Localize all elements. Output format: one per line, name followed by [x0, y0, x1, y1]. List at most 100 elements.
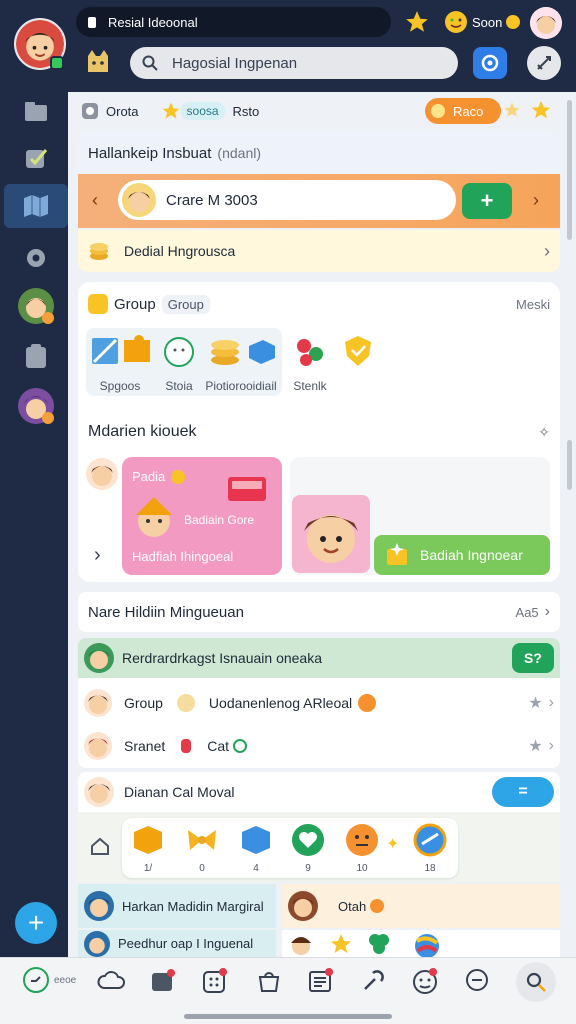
star-outline-icon[interactable]: ★ [528, 736, 542, 756]
nav-item-news[interactable] [306, 966, 336, 996]
group-item[interactable]: Stenlk [288, 334, 332, 394]
rail-item-clipboard[interactable] [20, 340, 52, 372]
key-icon [171, 469, 186, 484]
user-face-icon [530, 7, 562, 39]
shield-icon [345, 336, 371, 366]
contact-action-button[interactable]: + [462, 183, 512, 219]
featured-card1-caption: Hadfiah Ihingoeal [132, 549, 234, 564]
news-icon [309, 968, 333, 992]
featured-card1-top: Padia [132, 469, 166, 484]
rail-item-map[interactable] [4, 184, 68, 228]
ball-icon [415, 933, 439, 957]
group-header: Group Group Meski [88, 292, 550, 316]
tray-count: 1/ [143, 863, 153, 874]
pin-icon[interactable]: ✧ [538, 424, 550, 441]
chat-icon [466, 969, 488, 991]
tray-item[interactable]: 10 [342, 822, 382, 878]
tray-item[interactable]: 0 [182, 822, 222, 878]
contact-face-icon [88, 898, 110, 917]
contact-pill[interactable]: Crare M 3003 [118, 180, 456, 220]
star-icon[interactable] [530, 99, 552, 121]
list-item-highlight[interactable]: Rerdrardrkagst Isnauain oneaka S? [78, 638, 560, 678]
notice-row[interactable]: Dedial Hngrousca › [78, 230, 560, 272]
quick-label-1[interactable]: Orota [106, 104, 139, 119]
group-item-label: Stenlk [293, 379, 327, 393]
row3-button[interactable]: = [492, 777, 554, 807]
coins-box-icon [211, 340, 275, 365]
rail-item-tag[interactable] [20, 142, 52, 174]
list-avatar [84, 891, 114, 921]
group-item[interactable]: Piotiorooidiail [202, 334, 280, 394]
nav-item-bag[interactable] [254, 966, 284, 996]
list-item-row3[interactable]: Dianan Cal Moval = [78, 772, 560, 812]
chevron-right-icon[interactable]: › [94, 544, 101, 567]
app-title: Resial Ideoonal [108, 14, 198, 30]
featured-card2-button[interactable]: Badiah Ingnoear [374, 535, 550, 575]
fab-add-button[interactable]: + [15, 902, 57, 944]
featured-avatar[interactable] [86, 458, 118, 490]
star-icon [162, 102, 179, 119]
chevron-right-icon[interactable]: › [533, 190, 539, 211]
featured-card2-label: Badiah Ingnoear [420, 547, 523, 563]
online-dot-icon [50, 56, 64, 70]
character-icon [136, 497, 172, 537]
smile-icon [88, 294, 108, 314]
tray-item[interactable]: 9 [288, 822, 328, 878]
chevron-left-icon[interactable]: ‹ [92, 190, 98, 211]
featured-card-1[interactable]: Padia Badiain Gore Hadfiah Ihingoeal [122, 457, 282, 575]
face-icon [346, 824, 378, 856]
quick-label-3[interactable]: Rsto [233, 104, 260, 119]
nav-item-cloud[interactable] [96, 966, 126, 996]
group-tag[interactable]: Group [161, 294, 210, 314]
bottom-list-item[interactable]: Harkan Madidin Margiral [78, 884, 276, 928]
group-item[interactable]: Spgoos [88, 334, 152, 394]
nav-item-tools[interactable] [358, 966, 388, 996]
list-item[interactable]: Group Uodanenlenog ARleoal ★ › [84, 686, 554, 720]
rail-item-settings[interactable] [20, 242, 52, 274]
nav-item-inbox[interactable] [148, 966, 178, 996]
promo-pill[interactable]: Raco [425, 98, 501, 124]
nav-item-grid[interactable] [200, 966, 230, 996]
group-item[interactable] [338, 334, 378, 374]
star-icon [406, 11, 428, 32]
heart-bubble-icon [292, 824, 324, 856]
highlight-badge[interactable]: S? [512, 643, 554, 673]
smile-icon [445, 11, 467, 33]
settings-button[interactable] [527, 46, 561, 80]
scrollbar-thumb-secondary[interactable] [567, 440, 572, 490]
cat-icon-button[interactable] [84, 48, 112, 76]
status-group[interactable]: Soon [404, 8, 524, 36]
cloud-icon [97, 971, 125, 989]
list-item[interactable]: Sranet Cat ★ › [84, 729, 554, 763]
rail-item-folder[interactable] [20, 98, 52, 126]
bottom-list-item[interactable]: Otah [282, 884, 560, 928]
sparkle-box-icon [387, 543, 407, 565]
nav-item-search[interactable] [516, 962, 556, 1002]
nav-item-emoji[interactable] [410, 966, 440, 996]
bottom-list-item[interactable]: Peedhur oap I Inguenal [78, 930, 276, 957]
star-outline-icon[interactable]: ★ [528, 693, 542, 713]
header-card: Hallankeip Insbuat (ndanl) [78, 132, 560, 174]
user-avatar-top[interactable] [530, 7, 562, 39]
search-bar[interactable]: Hagosial Ingpenan [130, 47, 458, 79]
coin-icon [506, 15, 521, 29]
quick-label-2[interactable]: soosa [180, 102, 225, 120]
search-input[interactable]: Hagosial Ingpenan [172, 55, 297, 72]
tray-item[interactable]: 18 [410, 822, 450, 878]
section-header[interactable]: Nare Hildiin Mingueuan Aa5 › [78, 592, 560, 632]
contact-face-icon [88, 650, 110, 669]
home-icon[interactable] [88, 834, 112, 858]
nav-item-chat[interactable] [462, 966, 492, 996]
chat-button[interactable] [473, 47, 507, 79]
group-item[interactable]: Stoia [154, 334, 204, 394]
smiley-outline-icon [164, 337, 194, 367]
tray-item[interactable]: 4 [236, 822, 276, 878]
tray-item[interactable]: 1/ [128, 822, 168, 878]
group-more-link[interactable]: Meski [516, 297, 550, 312]
list-avatar [288, 891, 318, 921]
app-title-pill[interactable]: Resial Ideoonal [76, 7, 391, 37]
emoji-icon [358, 694, 377, 712]
scrollbar-thumb[interactable] [567, 100, 572, 240]
nav-item-home[interactable]: eeoe [22, 966, 82, 994]
group-item-label: Stoia [165, 379, 193, 393]
